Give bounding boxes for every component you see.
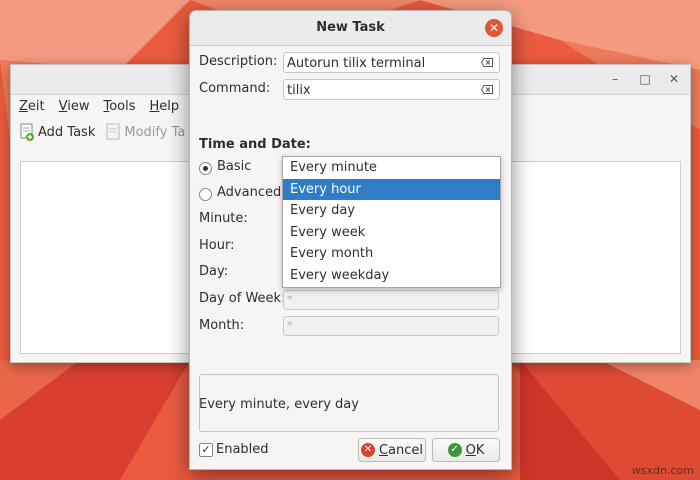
dialog-close-icon[interactable]: ✕ [485, 19, 503, 37]
cancel-icon: ✕ [360, 443, 375, 457]
dialog-title: New Task [316, 20, 385, 35]
add-task-label: Add Task [38, 124, 96, 140]
modify-task-button[interactable]: Modify Ta [105, 123, 185, 141]
ok-icon: ✓ [447, 443, 462, 457]
minimize-icon[interactable]: – [607, 71, 623, 87]
option-every-day[interactable]: Every day [283, 200, 500, 222]
enabled-label[interactable]: Enabled [216, 442, 269, 457]
description-field[interactable]: Autorun tilix terminal [283, 52, 500, 73]
frequency-dropdown[interactable]: Every minute Every hour Every day Every … [282, 156, 501, 288]
day-of-week-field[interactable]: * [283, 290, 499, 310]
watermark: wsxdn.com [631, 464, 694, 477]
month-label: Month: [199, 318, 245, 333]
radio-advanced[interactable] [199, 188, 212, 201]
cancel-label: Cancel [378, 442, 424, 458]
radio-basic[interactable] [199, 162, 212, 175]
command-value: tilix [287, 83, 311, 98]
ok-button[interactable]: ✓ OK [432, 438, 500, 462]
clear-icon[interactable] [481, 85, 493, 94]
command-field[interactable]: tilix [283, 79, 500, 100]
close-icon[interactable]: ✕ [666, 71, 682, 87]
maximize-icon[interactable]: □ [637, 71, 653, 87]
enabled-checkbox[interactable]: ✓ [199, 443, 213, 457]
clear-icon[interactable] [481, 58, 493, 67]
minute-label: Minute: [199, 211, 248, 226]
option-every-hour[interactable]: Every hour [283, 178, 500, 200]
add-task-button[interactable]: Add Task [19, 123, 95, 141]
description-value: Autorun tilix terminal [287, 56, 426, 71]
day-label: Day: [199, 264, 229, 279]
dialog-titlebar: New Task ✕ [190, 11, 511, 46]
description-label: Description: [199, 54, 278, 69]
option-every-weekday[interactable]: Every weekday [283, 265, 500, 287]
hour-label: Hour: [199, 238, 235, 253]
modify-task-label: Modify Ta [124, 124, 186, 140]
ok-label: OK [465, 442, 485, 458]
modify-task-icon [106, 123, 120, 140]
schedule-summary: Every minute, every day [199, 397, 359, 412]
menu-view[interactable]: View [59, 99, 90, 114]
time-date-heading: Time and Date: [199, 137, 311, 152]
month-field[interactable]: * [283, 316, 499, 336]
menu-help[interactable]: Help [150, 99, 180, 114]
command-label: Command: [199, 81, 271, 96]
option-every-minute[interactable]: Every minute [283, 157, 500, 179]
cancel-button[interactable]: ✕ Cancel [358, 438, 426, 462]
option-every-month[interactable]: Every month [283, 243, 500, 265]
option-every-week[interactable]: Every week [283, 222, 500, 244]
menu-tools[interactable]: Tools [103, 99, 135, 114]
add-task-icon [20, 123, 34, 141]
radio-basic-label[interactable]: Basic [217, 159, 251, 174]
day-of-week-label: Day of Week: [199, 291, 286, 306]
radio-advanced-label[interactable]: Advanced [217, 185, 281, 200]
menu-zeit[interactable]: Zeit [19, 99, 45, 114]
